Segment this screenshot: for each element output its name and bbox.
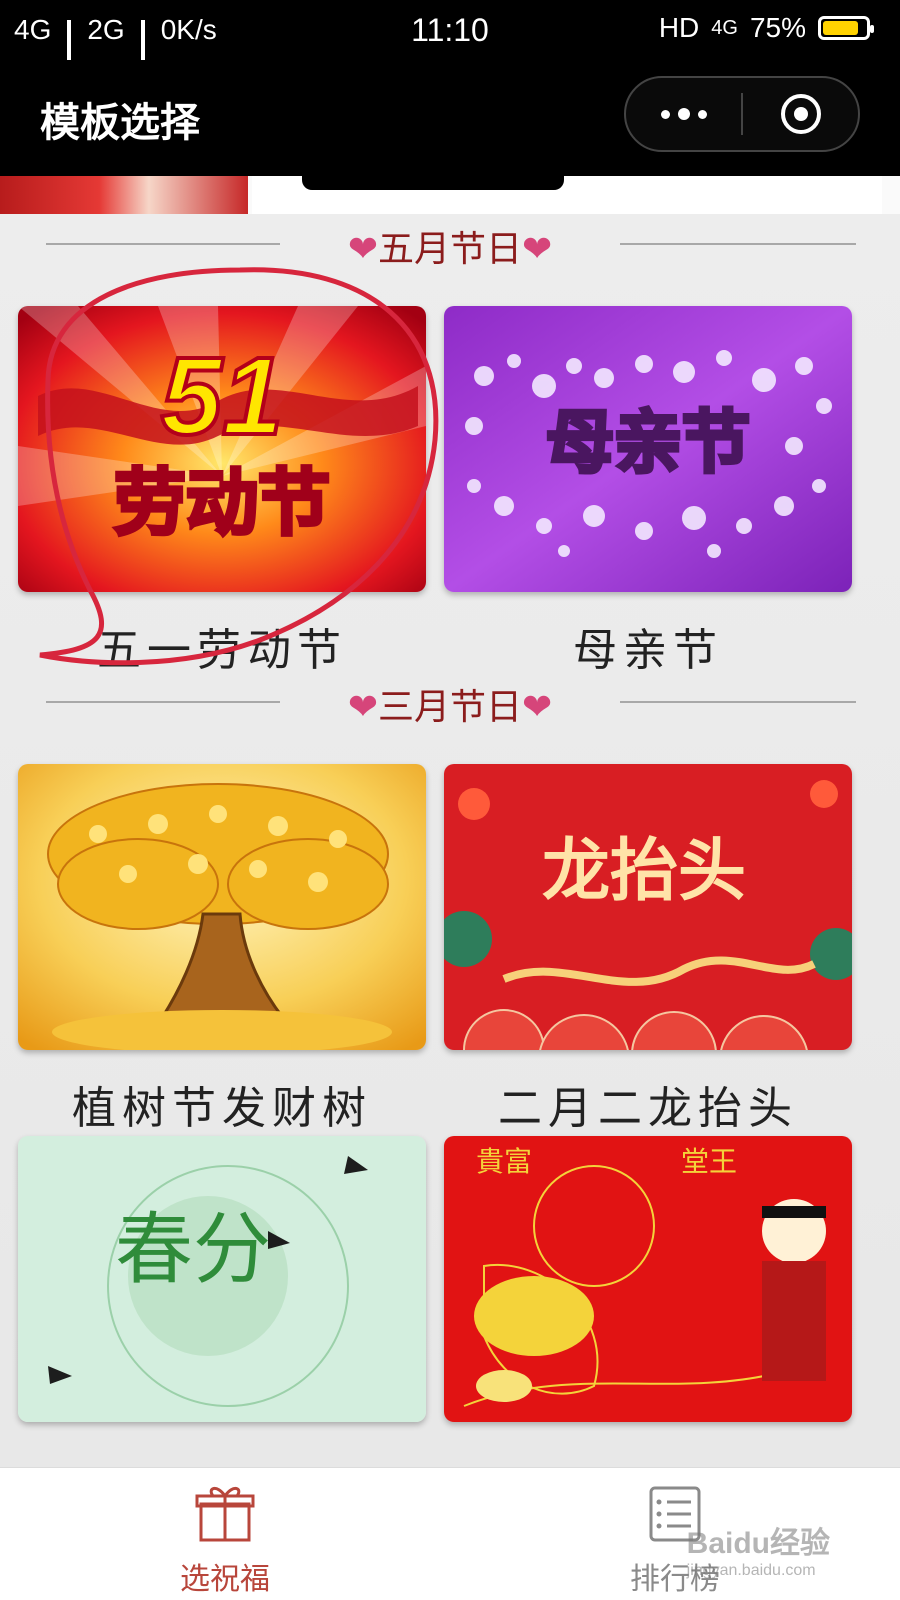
status-right: HD 4G 75% [658, 12, 874, 44]
more-dots-icon [660, 108, 707, 120]
labor-day-number: 51 [161, 335, 283, 458]
battery-fill [823, 21, 858, 35]
spring-equinox-image: 春分 [18, 1136, 426, 1422]
previous-thumbnail[interactable] [0, 176, 248, 214]
money-tree-image [18, 764, 426, 1050]
section-title: ❤三月节日❤ [280, 678, 620, 730]
gift-icon [195, 1487, 255, 1542]
heart-icon: ❤ [347, 687, 378, 728]
tab-bar: 选祝福 排行榜 Baidu经验 jingyan.baidu.com [0, 1467, 900, 1600]
template-card[interactable]: 母亲节 母亲节 [444, 306, 852, 678]
dragon-head-text: 龙抬头 [542, 831, 746, 911]
divider-line [620, 243, 856, 245]
template-thumbnail[interactable]: 貴富 堂王 [444, 1136, 852, 1422]
previous-content-strip [0, 172, 900, 214]
battery-icon [818, 16, 874, 40]
dragon-head-image: 龙抬头 [444, 764, 852, 1050]
template-card[interactable]: 51 劳动节 五一劳动节 [18, 306, 426, 678]
template-title: 母亲节 [573, 625, 723, 676]
section-header: ❤三月节日❤ [0, 676, 900, 728]
heart-icon: ❤ [347, 229, 378, 270]
fortune-papercut-image: 貴富 堂王 [444, 1136, 852, 1422]
template-card[interactable]: 龙抬头 二月二龙抬头 [444, 764, 852, 1136]
page-title: 模板选择 [40, 100, 200, 146]
watermark-logo: Baidu经验 jingyan.baidu.com [687, 1518, 830, 1580]
template-thumbnail[interactable] [18, 764, 426, 1050]
divider-line [620, 701, 856, 703]
more-button[interactable] [626, 78, 741, 150]
template-thumbnail[interactable]: 春分 [18, 1136, 426, 1422]
app-screen: 4G 2G 0K/s 11:10 HD 4G 75% 模板选择 ❤五月节日❤ 5… [0, 0, 900, 1600]
heart-icon: ❤ [522, 229, 553, 270]
heart-icon: ❤ [522, 687, 553, 728]
capsule-shadow [302, 172, 564, 190]
section-title-text: 三月节日 [377, 687, 522, 728]
template-card[interactable]: 春分 [18, 1136, 426, 1422]
tab-select-blessing[interactable]: 选祝福 [105, 1482, 345, 1598]
divider-line [46, 701, 280, 703]
template-thumbnail[interactable]: 51 劳动节 [18, 306, 426, 592]
watermark-text: Baidu经验 [686, 1527, 830, 1560]
spring-equinox-text: 春分 [115, 1205, 271, 1295]
template-card[interactable]: 植树节发财树 [18, 764, 426, 1136]
battery-percent: 75% [749, 12, 806, 43]
template-thumbnail[interactable]: 龙抬头 [444, 764, 852, 1050]
watermark-url: jingyan.baidu.com [686, 1562, 816, 1579]
template-title: 植树节发财树 [72, 1083, 372, 1134]
network-label: 4G [711, 16, 738, 39]
status-bar: 4G 2G 0K/s 11:10 HD 4G 75% [0, 0, 900, 76]
close-button[interactable] [743, 78, 858, 150]
mothers-day-image: 母亲节 [444, 306, 852, 592]
template-thumbnail[interactable]: 母亲节 [444, 306, 852, 592]
target-circle-icon [780, 94, 821, 134]
template-card[interactable]: 貴富 堂王 [444, 1136, 852, 1422]
labor-day-text: 劳动节 [114, 461, 330, 545]
tab-label: 选祝福 [180, 1562, 270, 1597]
nav-bar: 模板选择 [0, 60, 900, 176]
papercut-text-left: 貴富 [476, 1145, 532, 1178]
section-title: ❤五月节日❤ [280, 220, 620, 272]
template-title: 五一劳动节 [97, 625, 347, 676]
mothers-day-text: 母亲节 [546, 404, 750, 483]
section-title-text: 五月节日 [377, 229, 522, 270]
section-header: ❤五月节日❤ [0, 218, 900, 270]
divider-line [46, 243, 280, 245]
papercut-text-right: 堂王 [681, 1145, 737, 1178]
template-title: 二月二龙抬头 [498, 1083, 798, 1134]
labor-day-image: 51 劳动节 [18, 306, 426, 592]
hd-label: HD [658, 12, 700, 43]
capsule-menu [624, 76, 860, 152]
